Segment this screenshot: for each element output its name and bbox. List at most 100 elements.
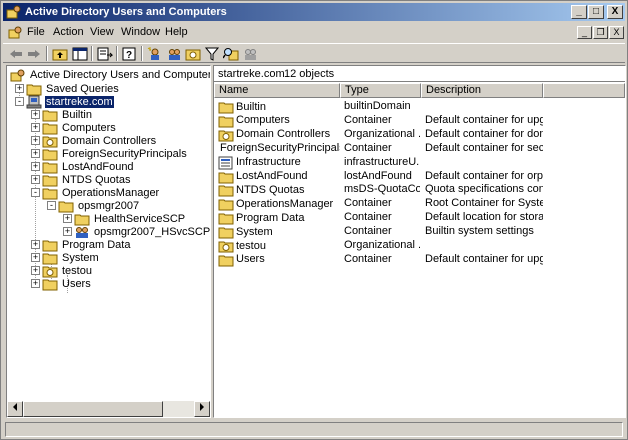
tree-horizontal-scrollbar[interactable] — [7, 401, 210, 417]
tree-item-label: ForeignSecurityPrincipals — [62, 147, 187, 160]
expand-icon[interactable]: + — [15, 84, 24, 93]
list-row[interactable]: ForeignSecurityPrincipals Container Defaul… — [214, 142, 625, 155]
tree-item-label: opsmgr2007 — [78, 199, 140, 212]
expand-icon[interactable]: + — [63, 214, 72, 223]
tree-item-opsmgr2007[interactable]: opsmgr2007 — [58, 199, 140, 212]
main-window: Active Directory Users and Computers _ □… — [0, 0, 628, 440]
list-row[interactable]: NTDS Quotas msDS-QuotaCo... Quota specific… — [214, 183, 625, 197]
expand-icon[interactable]: + — [31, 162, 40, 171]
collapse-icon[interactable]: - — [47, 201, 56, 210]
tree-item-builtin[interactable]: Builtin — [42, 108, 93, 121]
expand-icon[interactable]: + — [63, 227, 72, 236]
filter-icon — [205, 47, 219, 61]
object-name: Builtin — [236, 100, 266, 113]
tree-item-startreke-com[interactable]: startreke.com — [26, 95, 114, 108]
scroll-left-button[interactable] — [7, 401, 23, 417]
filter-button[interactable] — [203, 45, 221, 62]
folder-icon — [42, 162, 58, 173]
list-row[interactable]: OperationsManager Container Root Container… — [214, 197, 625, 211]
tree-item-domain-controllers[interactable]: Domain Controllers — [42, 134, 157, 147]
tree-item-foreign-security-principals[interactable]: ForeignSecurityPrincipals — [42, 147, 188, 160]
expand-icon[interactable]: + — [31, 110, 40, 119]
list-row[interactable]: LostAndFound lostAndFound Default containe… — [214, 170, 625, 183]
expand-icon[interactable]: + — [31, 240, 40, 249]
mdi-restore-button[interactable]: ❐ — [593, 26, 608, 39]
tree-item-system[interactable]: System — [42, 251, 100, 264]
mmc-document-icon[interactable] — [7, 25, 23, 41]
tree-item-opsmgr2007-hsvcscp-sg[interactable]: opsmgr2007_HSvcSCP_SG — [74, 225, 210, 238]
collapse-icon[interactable]: - — [15, 97, 24, 106]
list-row[interactable]: Infrastructure infrastructureU... — [214, 155, 625, 170]
list-row[interactable]: testou Organizational ... — [214, 239, 625, 253]
close-button[interactable]: X — [607, 5, 623, 19]
new-ou-icon — [185, 49, 201, 60]
menu-window[interactable]: Window — [121, 26, 160, 38]
new-user-button[interactable] — [146, 45, 164, 62]
up-one-level-button[interactable] — [51, 45, 69, 62]
folder-icon — [218, 227, 234, 239]
expand-icon[interactable]: + — [31, 175, 40, 184]
tree-item-testou[interactable]: testou — [42, 264, 93, 277]
column-header-type[interactable]: Type — [340, 83, 421, 98]
menu-file[interactable]: File — [27, 26, 45, 38]
expand-icon[interactable]: + — [31, 253, 40, 262]
expand-icon[interactable]: + — [31, 279, 40, 288]
add-to-group-button[interactable] — [241, 45, 259, 62]
list-row[interactable]: Program Data Container Default location fo… — [214, 211, 625, 225]
toolbar-separator — [141, 46, 143, 61]
maximize-button[interactable]: □ — [588, 5, 604, 19]
expand-icon[interactable]: + — [31, 266, 40, 275]
column-header-description[interactable]: Description — [421, 83, 543, 98]
export-list-button[interactable] — [96, 45, 114, 62]
expand-icon[interactable]: + — [31, 123, 40, 132]
chevron-left-icon — [13, 403, 17, 411]
folder-icon — [26, 84, 42, 95]
tree-item-ntds-quotas[interactable]: NTDS Quotas — [42, 173, 131, 186]
list-row[interactable]: System Container Builtin system settings — [214, 225, 625, 239]
scroll-right-button[interactable] — [194, 401, 210, 417]
new-ou-button[interactable] — [184, 45, 202, 62]
tree-item-health-service-scp[interactable]: HealthServiceSCP — [74, 212, 186, 225]
menu-action[interactable]: Action — [53, 26, 84, 38]
console-tree[interactable]: Active Directory Users and Computers [st… — [6, 65, 211, 418]
help-button[interactable]: ? — [121, 45, 139, 62]
tree-item-operations-manager[interactable]: OperationsManager — [42, 186, 160, 199]
tree-item-label: System — [62, 251, 99, 264]
menu-view[interactable]: View — [90, 26, 114, 38]
up-folder-icon — [52, 49, 68, 60]
back-button[interactable] — [7, 45, 25, 62]
find-button[interactable] — [222, 45, 240, 62]
minimize-button[interactable]: _ — [571, 5, 587, 19]
folder-icon — [42, 110, 58, 121]
forward-button[interactable] — [25, 45, 43, 62]
tree-item-users[interactable]: Users — [42, 277, 92, 290]
tree-item-saved-queries[interactable]: Saved Queries — [26, 82, 120, 95]
mdi-close-button[interactable]: X — [609, 26, 624, 39]
tree-item-lost-and-found[interactable]: LostAndFound — [42, 160, 135, 173]
details-pane[interactable]: startreke.com 12 objects Name Type Descr… — [213, 65, 626, 418]
new-group-button[interactable] — [165, 45, 183, 62]
help-icon: ? — [122, 47, 136, 61]
collapse-icon[interactable]: - — [31, 188, 40, 197]
tree-item-program-data[interactable]: Program Data — [42, 238, 131, 251]
expand-icon[interactable]: + — [31, 136, 40, 145]
tree-root[interactable]: Active Directory Users and Computers [st… — [10, 68, 210, 81]
folder-icon — [58, 201, 74, 212]
menu-help[interactable]: Help — [165, 26, 188, 38]
expand-icon[interactable]: + — [31, 149, 40, 158]
cell-type: Container — [344, 225, 392, 238]
mdi-minimize-button[interactable]: _ — [577, 26, 592, 39]
column-header-name[interactable]: Name — [214, 83, 340, 98]
object-name: testou — [236, 239, 266, 252]
list-row[interactable]: Builtin builtinDomain — [214, 100, 625, 114]
cell-type: infrastructureU... — [344, 155, 420, 168]
toolbar-separator — [91, 46, 93, 61]
scroll-thumb[interactable] — [23, 401, 163, 417]
title-bar[interactable]: Active Directory Users and Computers _ □… — [3, 3, 625, 21]
list-row[interactable]: Users Container Default container for upgr… — [214, 253, 625, 267]
list-row[interactable]: Computers Container Default container for … — [214, 114, 625, 128]
tree-item-computers[interactable]: Computers — [42, 121, 117, 134]
show-hide-tree-button[interactable] — [71, 45, 89, 62]
list-row[interactable]: Domain Controllers Organizational ... Defa… — [214, 128, 625, 142]
cell-description: Default container for secu... — [425, 141, 543, 154]
